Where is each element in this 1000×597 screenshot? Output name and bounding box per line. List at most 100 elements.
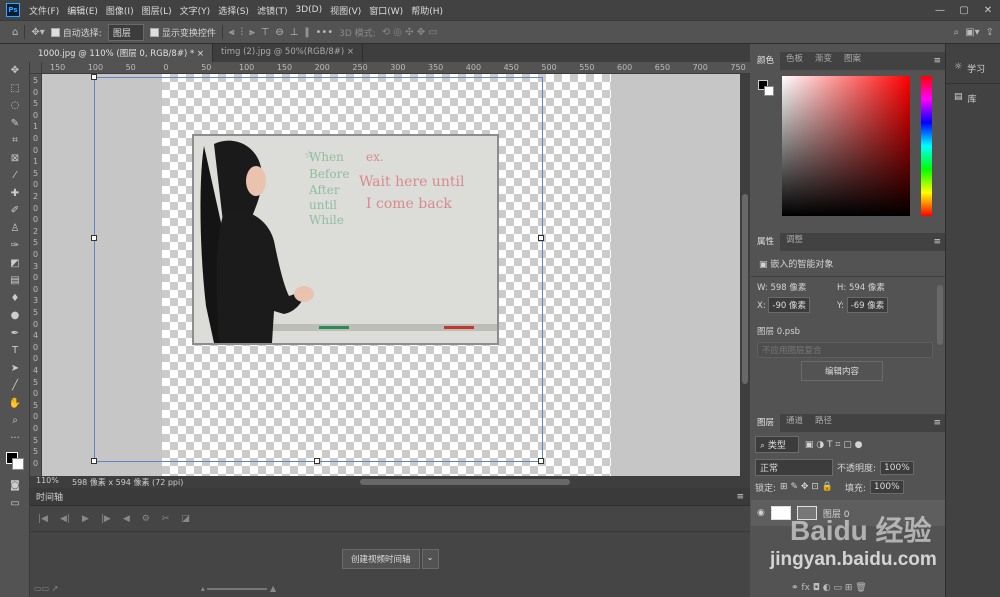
lasso-tool-icon[interactable]: ◌	[0, 97, 30, 115]
play-icon[interactable]: ▶	[82, 514, 89, 524]
next-frame-icon[interactable]: |▶	[101, 514, 111, 524]
scroll-thumb[interactable]	[937, 285, 943, 345]
menu-window[interactable]: 窗口(W)	[365, 4, 407, 17]
line-tool-icon[interactable]: ╱	[0, 377, 30, 395]
distribute-icon[interactable]: ‖	[304, 27, 309, 38]
fill-field[interactable]: 100%	[869, 480, 904, 494]
scroll-thumb[interactable]	[742, 194, 748, 384]
menu-layer[interactable]: 图层(L)	[138, 4, 176, 17]
workspace-icon[interactable]: ▣▾	[965, 27, 979, 38]
close-icon[interactable]: ×	[347, 47, 354, 57]
align-left-icon[interactable]: ⫷	[229, 27, 235, 38]
share-icon[interactable]: ⇪	[986, 27, 994, 38]
align-right-icon[interactable]: ⫸	[249, 27, 255, 38]
healing-tool-icon[interactable]: ✚	[0, 185, 30, 203]
layer-name[interactable]: 图层 0	[823, 507, 850, 520]
align-middle-icon[interactable]: ⊖	[275, 27, 283, 38]
transform-handle[interactable]	[91, 458, 97, 464]
scroll-thumb[interactable]	[360, 479, 570, 485]
eye-icon[interactable]: ◉	[757, 508, 765, 518]
layer-actions[interactable]: ⚭ fx ◘ ◐ ▭ ⊞ 🗑	[791, 583, 867, 593]
split-icon[interactable]: ✂	[162, 514, 170, 524]
more-options-icon[interactable]: •••	[315, 27, 333, 38]
align-top-icon[interactable]: ⊤	[261, 27, 270, 38]
background-color[interactable]	[12, 458, 24, 470]
zoom-slider[interactable]	[207, 587, 268, 590]
dodge-tool-icon[interactable]: ●	[0, 307, 30, 325]
prev-frame-icon[interactable]: ◀|	[60, 514, 70, 524]
align-center-icon[interactable]: ⫶	[240, 27, 243, 38]
background-swatch[interactable]	[764, 86, 774, 96]
create-video-timeline-button[interactable]: 创建视频时间轴	[342, 549, 420, 569]
close-button[interactable]: ✕	[976, 5, 1000, 16]
type-tool-icon[interactable]: T	[0, 342, 30, 360]
maximize-button[interactable]: ▢	[952, 5, 976, 16]
transform-handle[interactable]	[538, 458, 544, 464]
tab-color[interactable]: 颜色	[751, 52, 781, 70]
libraries-panel-button[interactable]: ▤ 库	[946, 84, 1000, 113]
edit-contents-button[interactable]: 编辑内容	[801, 361, 883, 381]
align-bottom-icon[interactable]: ⊥	[290, 27, 299, 38]
minimize-button[interactable]: —	[928, 5, 952, 16]
search-icon[interactable]: ⌕	[954, 27, 960, 38]
quick-mask-icon[interactable]: ◙	[0, 477, 30, 495]
home-icon[interactable]: ⌂	[12, 27, 18, 38]
zoom-in-icon[interactable]: ▲	[270, 584, 276, 593]
auto-select-checkbox[interactable]: 自动选择:	[50, 26, 102, 39]
panel-menu-icon[interactable]: ≡	[933, 237, 941, 247]
menu-type[interactable]: 文字(Y)	[176, 4, 215, 17]
gradient-tool-icon[interactable]: ▤	[0, 272, 30, 290]
tab-layers[interactable]: 图层	[751, 414, 781, 432]
vertical-scrollbar[interactable]	[740, 74, 750, 476]
opacity-field[interactable]: 100%	[880, 460, 914, 475]
learn-panel-button[interactable]: ☼ 学习	[946, 44, 1000, 84]
pen-tool-icon[interactable]: ✒	[0, 325, 30, 343]
tab-paths[interactable]: 路径	[809, 414, 838, 432]
transform-handle[interactable]	[91, 235, 97, 241]
transform-handle[interactable]	[314, 458, 320, 464]
more-tools-icon[interactable]: ···	[0, 430, 30, 448]
panel-menu-icon[interactable]: ≡	[933, 56, 941, 66]
marquee-tool-icon[interactable]: ⬚	[0, 80, 30, 98]
hue-slider[interactable]	[921, 76, 932, 216]
convert-icon[interactable]: ↗	[52, 584, 59, 593]
zoom-out-icon[interactable]: ▴	[201, 584, 205, 593]
layer-filter-dropdown[interactable]: ⌕ 类型	[755, 436, 799, 453]
tab-gradients[interactable]: 渐变	[809, 52, 838, 70]
tab-properties[interactable]: 属性	[751, 233, 781, 251]
tab-1000-jpg[interactable]: 1000.jpg @ 110% (图层 0, RGB/8#) * ×	[30, 44, 214, 62]
menu-filter[interactable]: 滤镜(T)	[253, 4, 292, 17]
blend-mode-dropdown[interactable]: 正常	[755, 459, 833, 476]
menu-help[interactable]: 帮助(H)	[407, 4, 447, 17]
path-select-tool-icon[interactable]: ➤	[0, 360, 30, 378]
screen-mode-icon[interactable]: ▭	[0, 495, 30, 513]
crop-tool-icon[interactable]: ⌗	[0, 132, 30, 150]
eraser-tool-icon[interactable]: ◩	[0, 255, 30, 273]
audio-icon[interactable]: ◀	[123, 514, 130, 524]
history-brush-icon[interactable]: ✑	[0, 237, 30, 255]
y-field[interactable]: -69 像素	[846, 297, 889, 313]
move-tool-icon[interactable]: ✥	[0, 62, 30, 80]
first-frame-icon[interactable]: |◀	[38, 514, 48, 524]
blur-tool-icon[interactable]: ♦	[0, 290, 30, 308]
move-tool-icon[interactable]: ✥▾	[31, 27, 44, 38]
tab-adjustments[interactable]: 调整	[780, 233, 809, 251]
layer-comp-select[interactable]: 不应用图层复合	[757, 342, 933, 358]
menu-select[interactable]: 选择(S)	[214, 4, 253, 17]
transition-icon[interactable]: ◪	[181, 514, 190, 524]
menu-file[interactable]: 文件(F)	[25, 4, 63, 17]
menu-view[interactable]: 视图(V)	[326, 4, 365, 17]
canvas-area[interactable]: ☆ When Before After until While ex. Wait…	[42, 74, 740, 476]
frame-icon[interactable]: ▭▭	[34, 584, 49, 593]
tab-patterns[interactable]: 图案	[838, 52, 867, 70]
hand-tool-icon[interactable]: ✋	[0, 395, 30, 413]
panel-menu-icon[interactable]: ≡	[736, 492, 744, 502]
zoom-level[interactable]: 110%	[30, 476, 60, 488]
chevron-down-icon[interactable]: ⌄	[421, 549, 439, 569]
transform-handle[interactable]	[91, 74, 97, 80]
show-transform-checkbox[interactable]: 显示变换控件	[149, 26, 216, 39]
menu-edit[interactable]: 编辑(E)	[63, 4, 102, 17]
tab-channels[interactable]: 通道	[780, 414, 809, 432]
transform-handle[interactable]	[538, 235, 544, 241]
frame-tool-icon[interactable]: ⊠	[0, 150, 30, 168]
